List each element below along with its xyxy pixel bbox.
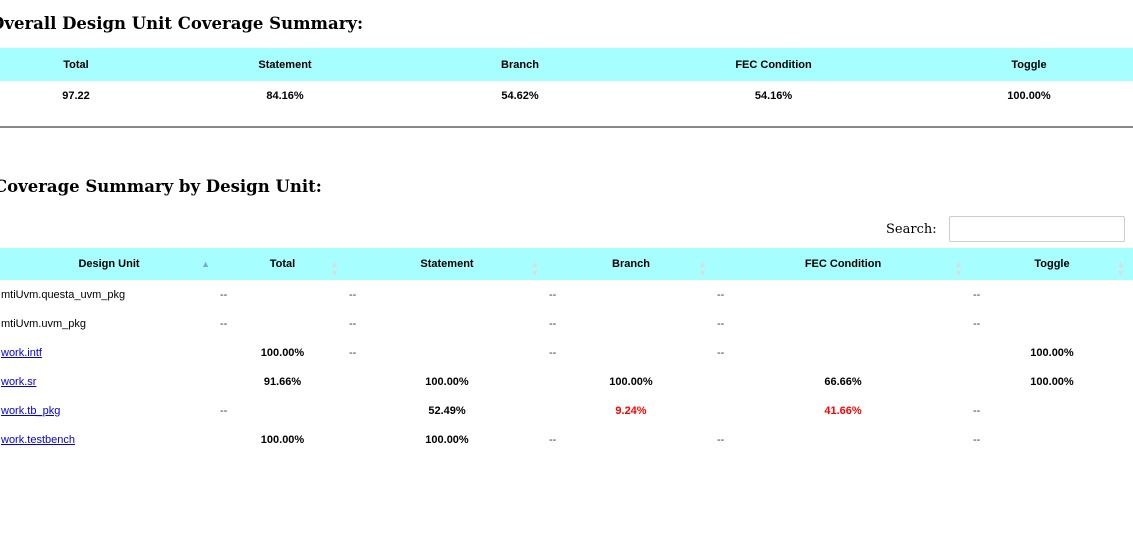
design-unit-rows: mtiUvm.questa_uvm_pkg -- -- -- -- -- mtiUvm.uv… bbox=[0, 280, 1133, 454]
fec-cell: -- bbox=[717, 317, 725, 330]
column-header-toggle[interactable]: Toggle ▲ ▼ bbox=[971, 248, 1133, 280]
branch-cell: -- bbox=[549, 317, 557, 330]
design-unit-cell: work.intf bbox=[0, 338, 218, 367]
toggle-cell: -- bbox=[973, 317, 981, 330]
total-cell: -- bbox=[220, 404, 228, 417]
design-unit-cell: work.tb_pkg bbox=[0, 396, 218, 425]
column-header-fec-condition[interactable]: FEC Condition ▲ ▼ bbox=[715, 248, 971, 280]
design-unit-cell: work.sr bbox=[0, 367, 218, 396]
fec-cell: 41.66% bbox=[824, 404, 862, 417]
overall-header-statement: Statement bbox=[152, 48, 418, 81]
design-unit-link[interactable]: work.intf bbox=[1, 347, 42, 359]
column-header-label: FEC Condition bbox=[804, 258, 882, 270]
overall-header-row: Total Statement Branch FEC Condition Tog… bbox=[0, 48, 1133, 81]
total-cell: 100.00% bbox=[260, 433, 305, 446]
total-cell: -- bbox=[220, 288, 228, 301]
sort-both-icon: ▲ ▼ bbox=[330, 259, 339, 278]
design-unit-table: Design Unit ▲ Total ▲ ▼ Statement ▲ ▼ Branch ▲… bbox=[0, 248, 1133, 454]
column-header-label: Branch bbox=[612, 258, 650, 270]
toggle-cell: -- bbox=[973, 404, 981, 417]
toggle-cell: -- bbox=[973, 433, 981, 446]
sort-ascending-icon: ▲ bbox=[201, 259, 210, 269]
fec-cell: -- bbox=[717, 433, 725, 446]
table-row: work.sr 91.66% 100.00% 100.00% 66.66% 100.00% bbox=[0, 367, 1133, 396]
overall-header-total: Total bbox=[0, 48, 152, 81]
unit-summary-title: Coverage Summary by Design Unit: bbox=[0, 177, 322, 196]
sort-both-icon: ▲ ▼ bbox=[1116, 259, 1125, 278]
design-unit-link[interactable]: work.testbench bbox=[1, 434, 75, 446]
sort-both-icon: ▲ ▼ bbox=[954, 259, 963, 278]
overall-header-fec-condition: FEC Condition bbox=[622, 48, 925, 81]
statement-cell: 100.00% bbox=[425, 433, 469, 446]
table-row: mtiUvm.uvm_pkg -- -- -- -- -- bbox=[0, 309, 1133, 338]
table-row: work.testbench 100.00% 100.00% -- -- -- bbox=[0, 425, 1133, 454]
column-header-label: Statement bbox=[420, 258, 474, 270]
total-cell: -- bbox=[220, 317, 228, 330]
overall-header-toggle: Toggle bbox=[925, 48, 1133, 81]
table-row: work.intf 100.00% -- -- -- 100.00% bbox=[0, 338, 1133, 367]
total-cell: 100.00% bbox=[260, 346, 305, 359]
statement-cell: -- bbox=[349, 288, 357, 301]
design-unit-cell: work.testbench bbox=[0, 425, 218, 454]
statement-cell: 100.00% bbox=[425, 375, 469, 388]
design-unit-cell: mtiUvm.questa_uvm_pkg bbox=[1, 288, 126, 301]
overall-header-branch: Branch bbox=[418, 48, 622, 81]
branch-cell: 100.00% bbox=[609, 375, 653, 388]
fec-cell: 66.66% bbox=[824, 375, 862, 388]
statement-cell: 52.49% bbox=[428, 404, 466, 417]
search-input[interactable] bbox=[949, 216, 1125, 242]
column-header-label: Total bbox=[269, 258, 296, 270]
column-header-label: Toggle bbox=[1034, 258, 1070, 270]
table-row: mtiUvm.questa_uvm_pkg -- -- -- -- -- bbox=[0, 280, 1133, 309]
overall-summary-title: Overall Design Unit Coverage Summary: bbox=[0, 14, 364, 33]
table-row: work.tb_pkg -- 52.49% 9.24% 41.66% -- bbox=[0, 396, 1133, 425]
design-unit-link[interactable]: work.tb_pkg bbox=[1, 405, 60, 417]
design-unit-cell: mtiUvm.uvm_pkg bbox=[1, 317, 86, 330]
column-header-design-unit[interactable]: Design Unit ▲ bbox=[0, 248, 218, 280]
column-header-branch[interactable]: Branch ▲ ▼ bbox=[547, 248, 715, 280]
overall-branch-value: 54.62% bbox=[501, 90, 539, 102]
overall-coverage-table: Total Statement Branch FEC Condition Tog… bbox=[0, 48, 1133, 111]
toggle-cell: 100.00% bbox=[1030, 375, 1074, 388]
column-header-total[interactable]: Total ▲ ▼ bbox=[218, 248, 347, 280]
sort-both-icon: ▲ ▼ bbox=[698, 259, 707, 278]
unit-header-row: Design Unit ▲ Total ▲ ▼ Statement ▲ ▼ Branch ▲… bbox=[0, 248, 1133, 280]
search-label: Search: bbox=[886, 222, 937, 237]
statement-cell: -- bbox=[349, 317, 357, 330]
branch-cell: -- bbox=[549, 288, 557, 301]
branch-cell: 9.24% bbox=[615, 404, 647, 417]
branch-cell: -- bbox=[549, 433, 557, 446]
sort-both-icon: ▲ ▼ bbox=[530, 259, 539, 278]
column-header-statement[interactable]: Statement ▲ ▼ bbox=[347, 248, 547, 280]
total-cell: 91.66% bbox=[263, 375, 302, 388]
section-divider bbox=[0, 126, 1133, 128]
toggle-cell: -- bbox=[973, 288, 981, 301]
overall-toggle-value: 100.00% bbox=[1007, 90, 1051, 102]
branch-cell: -- bbox=[549, 346, 557, 359]
design-unit-link[interactable]: work.sr bbox=[1, 376, 36, 388]
column-header-label: Design Unit bbox=[78, 258, 140, 270]
fec-cell: -- bbox=[717, 288, 725, 301]
fec-cell: -- bbox=[717, 346, 725, 359]
overall-statement-value: 84.16% bbox=[266, 90, 304, 102]
overall-values-row: 97.22 84.16% 54.62% 54.16% 100.00% bbox=[0, 81, 1133, 111]
statement-cell: -- bbox=[349, 346, 357, 359]
overall-fec-value: 54.16% bbox=[754, 90, 793, 102]
toggle-cell: 100.00% bbox=[1030, 346, 1074, 359]
overall-total-value: 97.22 bbox=[62, 90, 90, 102]
